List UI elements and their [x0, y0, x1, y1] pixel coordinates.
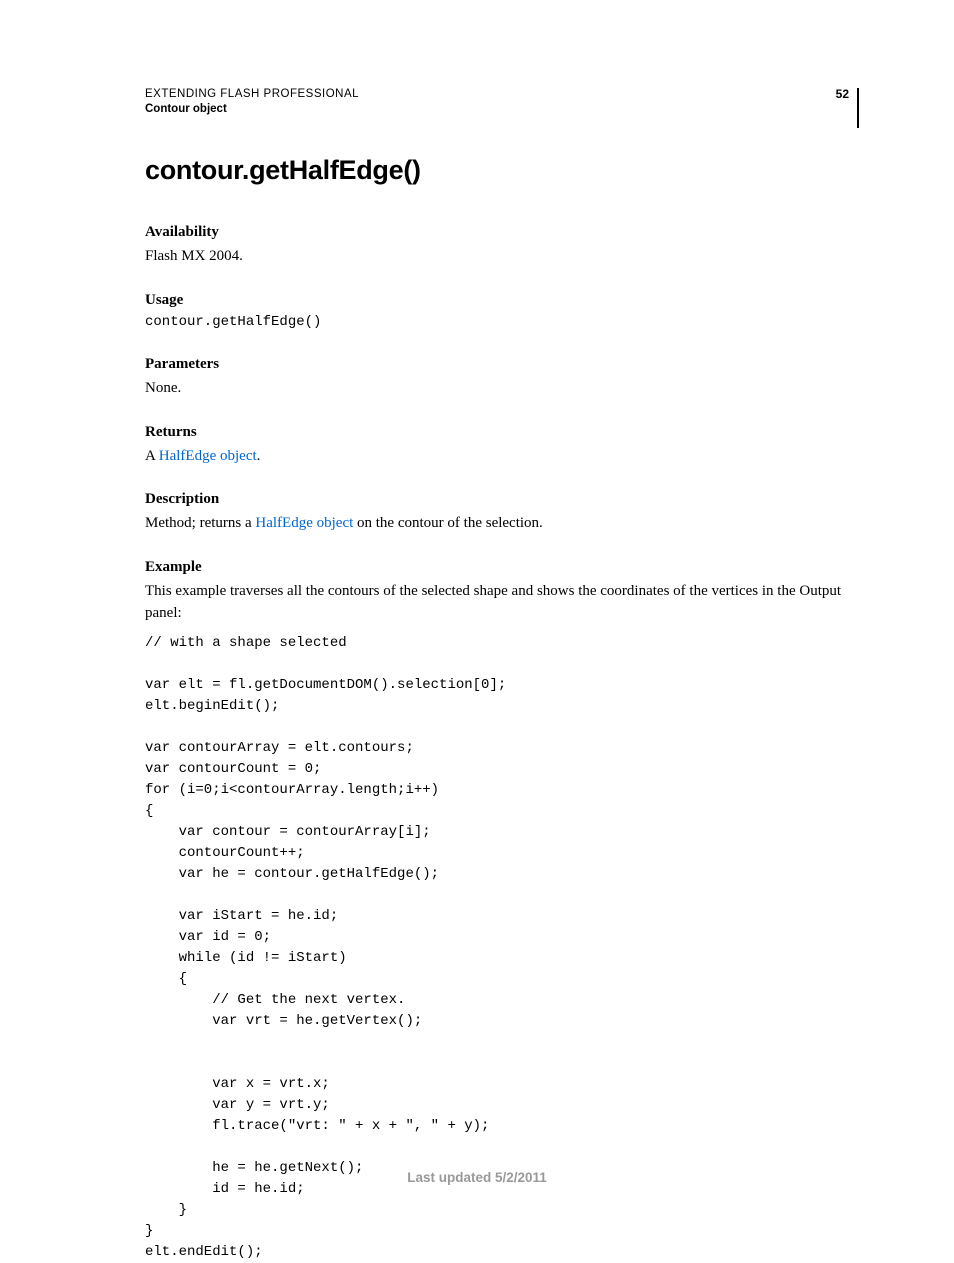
example-code-block: // with a shape selected var elt = fl.ge… [145, 633, 854, 1263]
availability-section: Availability Flash MX 2004. [145, 224, 854, 268]
parameters-label: Parameters [145, 356, 854, 373]
availability-text: Flash MX 2004. [145, 245, 854, 268]
usage-code: contour.getHalfEdge() [145, 313, 854, 333]
example-section: Example This example traverses all the c… [145, 559, 854, 1263]
description-text: Method; returns a HalfEdge object on the… [145, 512, 854, 535]
description-section: Description Method; returns a HalfEdge o… [145, 491, 854, 535]
header-left: EXTENDING FLASH PROFESSIONAL Contour obj… [145, 88, 359, 115]
parameters-section: Parameters None. [145, 356, 854, 400]
returns-label: Returns [145, 424, 854, 441]
description-prefix: Method; returns a [145, 515, 255, 531]
halfedge-link-2[interactable]: HalfEdge object [255, 515, 353, 531]
footer-last-updated: Last updated 5/2/2011 [0, 1170, 954, 1185]
page-number: 52 [836, 88, 859, 128]
halfedge-link[interactable]: HalfEdge object [159, 448, 257, 464]
page-header: EXTENDING FLASH PROFESSIONAL Contour obj… [145, 88, 859, 128]
returns-text: A HalfEdge object. [145, 445, 854, 468]
returns-prefix: A [145, 448, 159, 464]
parameters-text: None. [145, 377, 854, 400]
header-section-title: Contour object [145, 103, 359, 115]
usage-section: Usage contour.getHalfEdge() [145, 292, 854, 333]
description-label: Description [145, 491, 854, 508]
description-suffix: on the contour of the selection. [353, 515, 543, 531]
returns-section: Returns A HalfEdge object. [145, 424, 854, 468]
example-text: This example traverses all the contours … [145, 580, 854, 625]
page-title: contour.getHalfEdge() [145, 155, 854, 186]
returns-suffix: . [257, 448, 261, 464]
example-label: Example [145, 559, 854, 576]
usage-label: Usage [145, 292, 854, 309]
availability-label: Availability [145, 224, 854, 241]
header-document-title: EXTENDING FLASH PROFESSIONAL [145, 88, 359, 100]
content-area: contour.getHalfEdge() Availability Flash… [145, 155, 854, 1263]
